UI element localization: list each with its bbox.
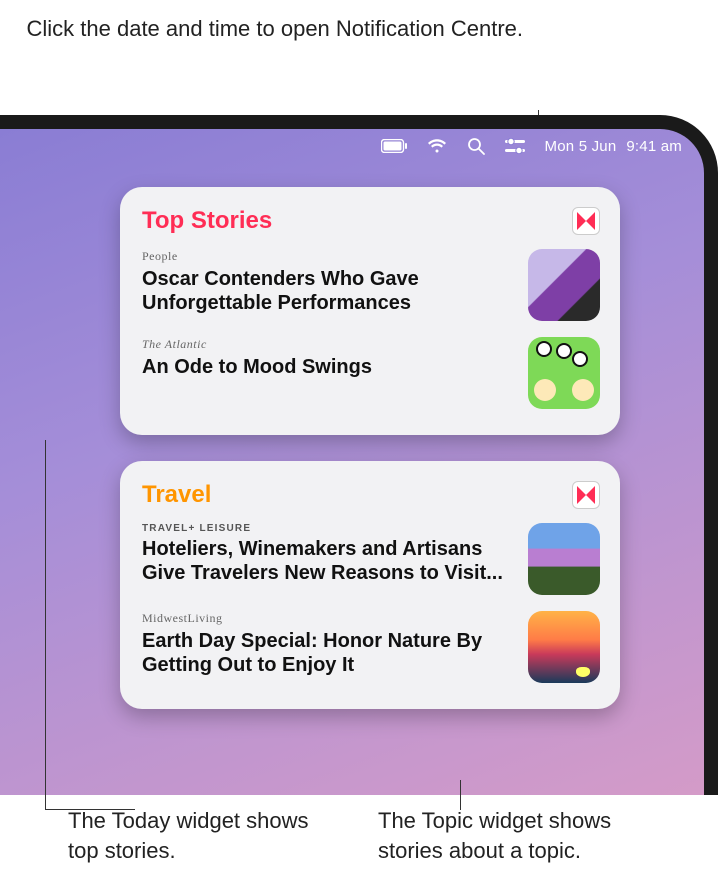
news-story[interactable]: The Atlantic An Ode to Mood Swings xyxy=(142,329,600,417)
news-story[interactable]: MidwestLiving Earth Day Special: Honor N… xyxy=(142,603,600,691)
story-text: TRAVEL+ LEISURE Hoteliers, Winemakers an… xyxy=(142,523,516,585)
callout-line xyxy=(45,440,135,810)
callout-topic-widget: The Topic widget shows stories about a t… xyxy=(378,806,678,865)
story-source: People xyxy=(142,249,516,264)
story-text: MidwestLiving Earth Day Special: Honor N… xyxy=(142,611,516,677)
battery-icon[interactable] xyxy=(381,139,407,153)
story-thumbnail xyxy=(528,611,600,683)
widget-title: Travel xyxy=(142,481,211,509)
widget-header: Top Stories xyxy=(142,207,600,235)
control-centre-icon[interactable] xyxy=(505,138,525,154)
news-story[interactable]: People Oscar Contenders Who Gave Unforge… xyxy=(142,241,600,329)
notification-centre-widgets: Top Stories People Oscar Contenders Who … xyxy=(120,187,620,735)
story-headline: Hoteliers, Winemakers and Artisans Give … xyxy=(142,537,516,585)
apple-news-icon xyxy=(572,481,600,509)
wifi-icon[interactable] xyxy=(427,138,447,154)
story-headline: Earth Day Special: Honor Nature By Getti… xyxy=(142,629,516,677)
story-text: The Atlantic An Ode to Mood Swings xyxy=(142,337,516,379)
apple-news-icon xyxy=(572,207,600,235)
menubar-date-time[interactable]: Mon 5 Jun 9:41 am xyxy=(545,138,682,155)
story-source: The Atlantic xyxy=(142,337,516,352)
today-widget[interactable]: Top Stories People Oscar Contenders Who … xyxy=(120,187,620,435)
story-source: TRAVEL+ LEISURE xyxy=(142,523,516,534)
story-thumbnail xyxy=(528,523,600,595)
topic-widget[interactable]: Travel TRAVEL+ LEISURE Hoteliers, Winema… xyxy=(120,461,620,709)
widget-title: Top Stories xyxy=(142,207,272,235)
search-icon[interactable] xyxy=(467,137,485,155)
widget-header: Travel xyxy=(142,481,600,509)
story-headline: Oscar Contenders Who Gave Unforgettable … xyxy=(142,267,516,315)
story-headline: An Ode to Mood Swings xyxy=(142,355,516,379)
callout-today-widget: The Today widget shows top stories. xyxy=(68,806,328,865)
story-text: People Oscar Contenders Who Gave Unforge… xyxy=(142,249,516,315)
story-source: MidwestLiving xyxy=(142,611,516,626)
menubar-date: Mon 5 Jun xyxy=(545,138,617,155)
callout-notification-centre: Click the date and time to open Notifica… xyxy=(27,14,524,44)
menubar: Mon 5 Jun 9:41 am xyxy=(0,129,704,163)
news-story[interactable]: TRAVEL+ LEISURE Hoteliers, Winemakers an… xyxy=(142,515,600,603)
menubar-time: 9:41 am xyxy=(626,138,682,155)
story-thumbnail xyxy=(528,337,600,409)
story-thumbnail xyxy=(528,249,600,321)
